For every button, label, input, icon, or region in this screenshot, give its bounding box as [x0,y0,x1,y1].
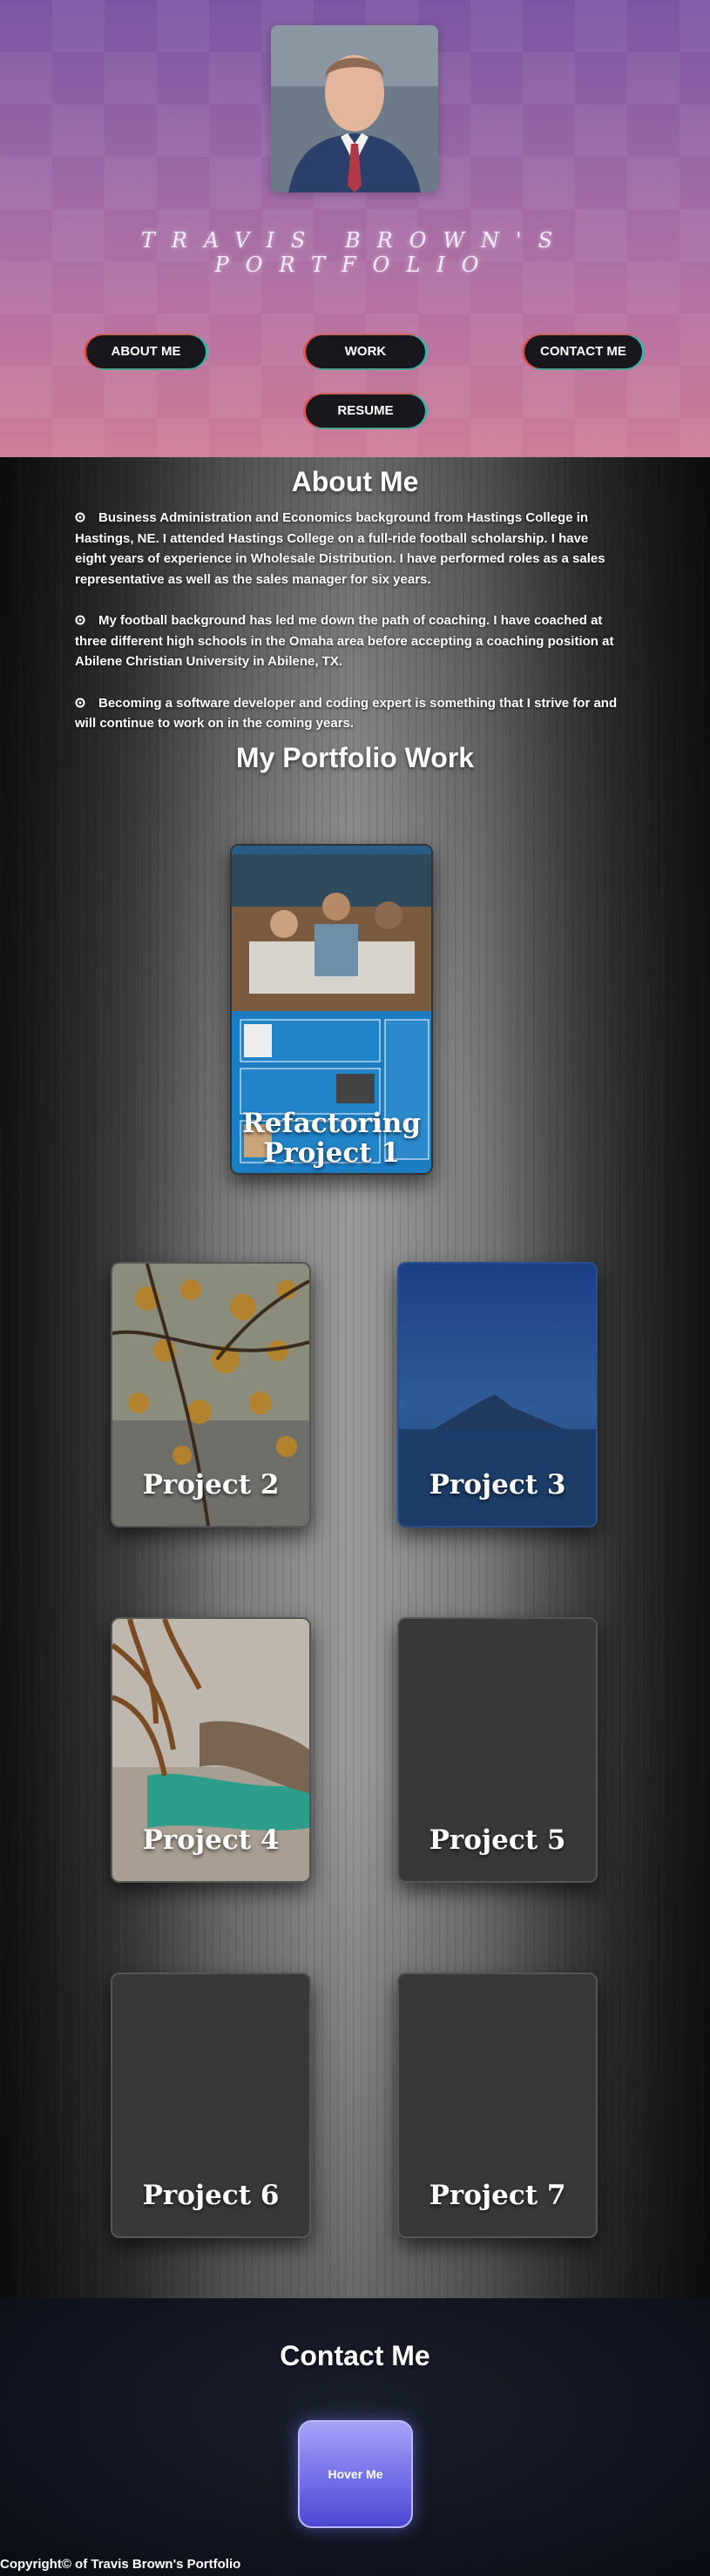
project-card-5[interactable]: Project 5 [397,1617,598,1883]
project-card-6[interactable]: Project 6 [111,1972,311,2238]
nav-contact-button[interactable]: CONTACT ME [524,335,642,368]
about-item: Business Administration and Economics ba… [75,508,619,590]
page-title: TRAVIS BROWN'S PORTFOLIO [140,228,570,277]
copyright-text: Copyright© of Travis Brown's Portfolio [0,2557,241,2572]
hover-me-button[interactable]: Hover Me [298,2420,413,2528]
main-content: About Me Business Administration and Eco… [0,457,710,2298]
avatar [271,25,438,192]
about-item: My football background has led me down t… [75,610,619,672]
project-6-label: Project 6 [142,2180,280,2211]
project-card-3[interactable]: Project 3 [397,1262,598,1527]
project-card-7[interactable]: Project 7 [397,1972,598,2238]
project-7-label: Project 7 [429,2180,566,2211]
project-5-label: Project 5 [429,1824,566,1856]
about-item-text: Business Administration and Economics ba… [75,510,605,587]
about-list: Business Administration and Economics ba… [75,508,619,755]
nav-about-button[interactable]: ABOUT ME [86,335,206,368]
project-card-featured[interactable]: Refactoring Project 1 [230,844,433,1175]
bullet-icon [75,698,85,707]
about-heading: About Me [291,466,419,497]
project-3-label: Project 3 [429,1469,566,1500]
nav-work-button[interactable]: WORK [306,335,425,368]
contact-heading: Contact Me [280,2340,430,2371]
about-item: Becoming a software developer and coding… [75,693,619,734]
contact-section: Contact Me Hover Me [0,2298,710,2576]
site-header: TRAVIS BROWN'S PORTFOLIO ABOUT ME WORK C… [0,0,710,457]
project-card-2[interactable]: Project 2 [111,1262,311,1527]
project-featured-label: Refactoring Project 1 [232,1109,431,1168]
about-item-text: My football background has led me down t… [75,613,614,669]
portfolio-heading: My Portfolio Work [235,742,475,773]
project-featured-line2: Project 1 [263,1137,400,1169]
project-card-4[interactable]: Project 4 [111,1617,311,1883]
about-item-text: Becoming a software developer and coding… [75,695,618,732]
project-4-label: Project 4 [142,1824,280,1856]
profile-photo-icon [271,25,438,192]
project-featured-line1: Refactoring [241,1108,422,1139]
bullet-icon [75,615,85,625]
bullet-icon [75,512,85,523]
project-2-label: Project 2 [142,1469,280,1500]
nav-resume-button[interactable]: RESUME [306,394,425,428]
